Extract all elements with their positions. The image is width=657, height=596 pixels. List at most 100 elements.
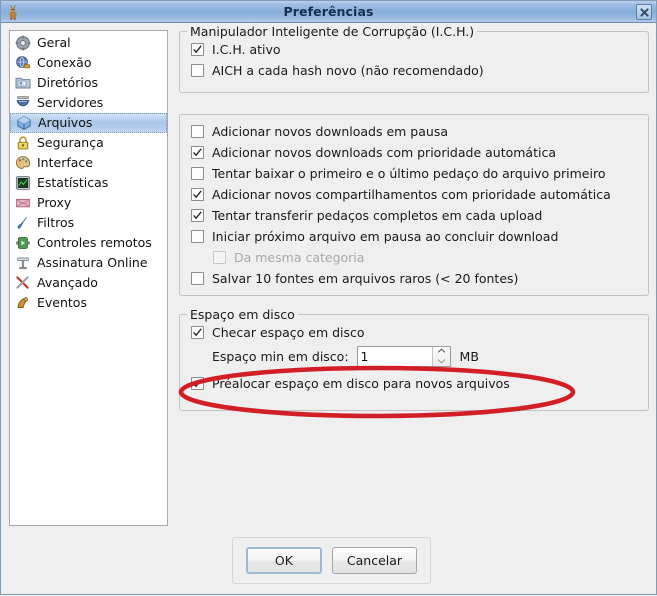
stepper-buttons[interactable] (431, 346, 450, 366)
checkbox-add-paused[interactable] (191, 125, 204, 138)
sidebar-item-proxy[interactable]: Proxy (10, 193, 167, 213)
checkbox-add-auto-priority[interactable] (191, 146, 204, 159)
checkbox-prealloc[interactable] (191, 377, 204, 390)
globe-plug-icon (15, 55, 31, 71)
preferences-dialog: Preferências Geral Conexão Diretórios Se… (0, 0, 657, 595)
sidebar-item-label: Interface (37, 155, 93, 170)
checkbox-row-same-category: Da mesma categoria (180, 247, 648, 268)
sidebar-item-geral[interactable]: Geral (10, 33, 167, 53)
filter-icon (15, 215, 31, 231)
group-ich-title: Manipulador Inteligente de Corrupção (I.… (187, 24, 478, 39)
checkbox-complete-chunks-upload[interactable] (191, 209, 204, 222)
sidebar-item-label: Conexão (37, 55, 92, 70)
checkbox-same-category (213, 251, 226, 264)
checkbox-check-disk-space[interactable] (191, 326, 204, 339)
sidebar-item-label: Diretórios (37, 75, 98, 90)
checkbox-ich-ativo[interactable] (191, 43, 204, 56)
tools-icon (15, 275, 31, 291)
sidebar-item-label: Filtros (37, 215, 75, 230)
checkbox-label: Iniciar próximo arquivo em pausa ao conc… (212, 228, 559, 244)
min-disk-space-row: Espaço min em disco: MB (180, 343, 648, 369)
chart-icon (15, 175, 31, 191)
sidebar-item-label: Geral (37, 35, 71, 50)
sidebar-item-assinatura-online[interactable]: Assinatura Online (10, 253, 167, 273)
sidebar-item-eventos[interactable]: Eventos (10, 293, 167, 313)
signature-icon (15, 255, 31, 271)
checkbox-label: Adicionar novos downloads com prioridade… (212, 144, 557, 160)
window-title: Preferências (283, 4, 374, 19)
checkbox-label: Préalocar espaço em disco para novos arq… (212, 375, 510, 391)
sidebar-item-filtros[interactable]: Filtros (10, 213, 167, 233)
checkbox-label: Da mesma categoria (234, 249, 365, 265)
sidebar-item-label: Segurança (37, 135, 104, 150)
checkbox-label: Adicionar novos compartilhamentos com pr… (212, 186, 611, 202)
sidebar-item-avancado[interactable]: Avançado (10, 273, 167, 293)
checkbox-label: I.C.H. ativo (212, 41, 281, 57)
cancel-button[interactable]: Cancelar (331, 547, 418, 574)
folder-icon (15, 75, 31, 91)
close-icon[interactable] (636, 4, 652, 20)
file-cube-icon (16, 115, 32, 131)
remote-control-icon (15, 235, 31, 251)
sidebar-item-controles-remotos[interactable]: Controles remotos (10, 233, 167, 253)
min-disk-space-label: Espaço min em disco: (212, 348, 349, 364)
checkbox-label: Tentar transferir pedaços completos em c… (212, 207, 543, 223)
checkbox-label: Adicionar novos downloads em pausa (212, 123, 448, 139)
sidebar-item-label: Avançado (37, 275, 98, 290)
checkbox-label: AICH a cada hash novo (não recomendado) (212, 62, 484, 78)
min-disk-space-stepper[interactable] (356, 345, 451, 367)
checkbox-first-last-chunk[interactable] (191, 167, 204, 180)
sidebar-item-diretorios[interactable]: Diretórios (10, 73, 167, 93)
checkbox-row-check-disk-space[interactable]: Checar espaço em disco (180, 322, 648, 343)
dialog-content: Geral Conexão Diretórios Servidores Arqu… (1, 23, 657, 596)
titlebar: Preferências (1, 1, 656, 23)
emule-donkey-icon (4, 3, 22, 21)
checkbox-start-next-paused[interactable] (191, 230, 204, 243)
sidebar-item-arquivos[interactable]: Arquivos (10, 113, 167, 133)
sidebar-item-label: Servidores (37, 95, 104, 110)
checkbox-row-add-paused[interactable]: Adicionar novos downloads em pausa (180, 121, 648, 142)
preferences-category-list[interactable]: Geral Conexão Diretórios Servidores Arqu… (9, 30, 168, 526)
checkbox-save-sources[interactable] (191, 272, 204, 285)
sidebar-item-interface[interactable]: Interface (10, 153, 167, 173)
sidebar-item-seguranca[interactable]: Segurança (10, 133, 167, 153)
proxy-icon (15, 195, 31, 211)
checkbox-label: Tentar baixar o primeiro e o último peda… (212, 165, 606, 181)
group-disk-space: Espaço em disco Checar espaço em disco E… (179, 307, 649, 411)
checkbox-row-add-auto-priority[interactable]: Adicionar novos downloads com prioridade… (180, 142, 648, 163)
lock-icon (15, 135, 31, 151)
group-disk-space-title: Espaço em disco (187, 307, 298, 322)
checkbox-row-shares-auto-priority[interactable]: Adicionar novos compartilhamentos com pr… (180, 184, 648, 205)
checkbox-row-start-next-paused[interactable]: Iniciar próximo arquivo em pausa ao conc… (180, 226, 648, 247)
sidebar-item-servidores[interactable]: Servidores (10, 93, 167, 113)
events-icon (15, 295, 31, 311)
checkbox-row-save-sources[interactable]: Salvar 10 fontes em arquivos raros (< 20… (180, 268, 648, 289)
server-globe-icon (15, 95, 31, 111)
min-disk-space-unit: MB (459, 348, 479, 364)
sidebar-item-conexao[interactable]: Conexão (10, 53, 167, 73)
checkbox-shares-auto-priority[interactable] (191, 188, 204, 201)
palette-icon (15, 155, 31, 171)
sidebar-item-label: Proxy (37, 195, 72, 210)
gear-icon (15, 35, 31, 51)
sidebar-item-label: Arquivos (38, 115, 93, 130)
up-arrow-icon[interactable] (433, 347, 450, 357)
checkbox-aich-hash[interactable] (191, 64, 204, 77)
checkbox-row-aich-hash[interactable]: AICH a cada hash novo (não recomendado) (180, 60, 648, 81)
ok-button[interactable]: OK (245, 547, 322, 574)
sidebar-item-label: Estatísticas (37, 175, 109, 190)
sidebar-item-label: Assinatura Online (37, 255, 148, 270)
down-arrow-icon[interactable] (433, 356, 450, 366)
group-download-options: Adicionar novos downloads em pausa Adici… (179, 114, 649, 296)
sidebar-item-estatisticas[interactable]: Estatísticas (10, 173, 167, 193)
checkbox-row-first-last-chunk[interactable]: Tentar baixar o primeiro e o último peda… (180, 163, 648, 184)
group-ich: Manipulador Inteligente de Corrupção (I.… (179, 24, 649, 93)
checkbox-row-ich-ativo[interactable]: I.C.H. ativo (180, 39, 648, 60)
min-disk-space-input[interactable] (357, 346, 432, 366)
checkbox-row-complete-chunks-upload[interactable]: Tentar transferir pedaços completos em c… (180, 205, 648, 226)
sidebar-item-label: Controles remotos (37, 235, 152, 250)
checkbox-label: Salvar 10 fontes em arquivos raros (< 20… (212, 270, 519, 286)
checkbox-row-prealloc[interactable]: Préalocar espaço em disco para novos arq… (180, 373, 648, 394)
dialog-button-bar: OK Cancelar (232, 537, 431, 584)
sidebar-item-label: Eventos (37, 295, 87, 310)
